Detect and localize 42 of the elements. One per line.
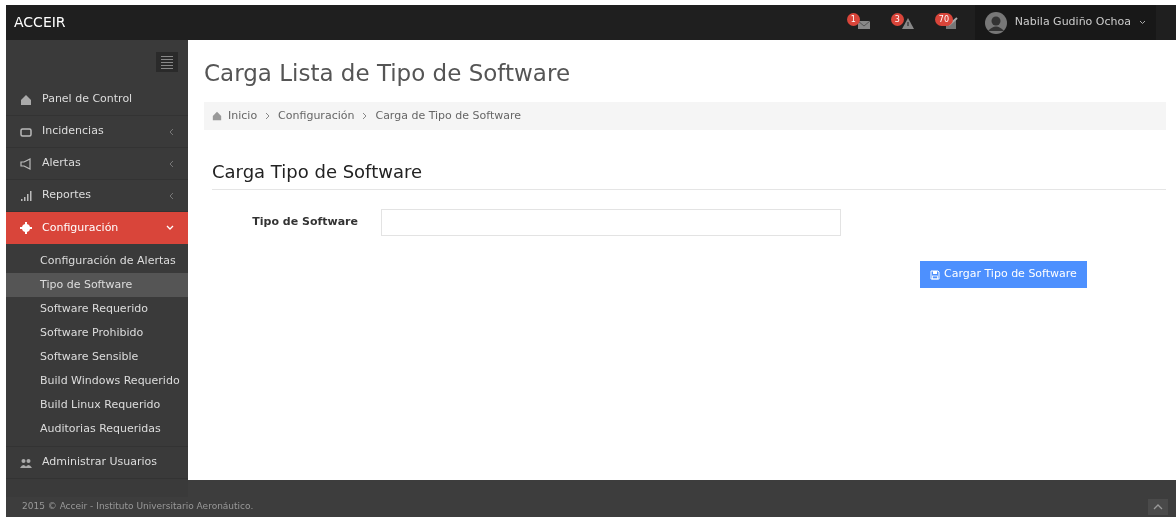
form-title: Carga Tipo de Software (212, 158, 1166, 190)
save-icon (930, 269, 940, 280)
chevron-left-icon (169, 159, 174, 168)
sidebar-subitem[interactable]: Build Windows Requerido (6, 369, 188, 393)
page-title: Carga Lista de Tipo de Software (204, 59, 572, 88)
bar-chart-icon (20, 189, 32, 202)
breadcrumb-link[interactable]: Inicio (228, 107, 258, 125)
warning-icon[interactable] (900, 16, 915, 30)
users-icon (20, 456, 32, 469)
settings-icon (20, 222, 32, 234)
notification-count: 3 (890, 12, 904, 26)
avatar-icon (984, 11, 1007, 34)
scroll-top-button[interactable] (1148, 499, 1168, 515)
brand-logo[interactable]: ACCEIR (14, 12, 66, 33)
breadcrumb-current: Carga de Tipo de Software (375, 107, 522, 124)
menu-toggle-button[interactable] (156, 52, 178, 72)
sidebar-item[interactable]: Configuración (6, 212, 188, 244)
sidebar-subitem[interactable]: Software Sensible (6, 345, 188, 369)
sidebar-subitem[interactable]: Configuración de Alertas (6, 249, 188, 273)
chevron-up-icon (1153, 504, 1163, 510)
chevron-left-icon (169, 191, 174, 200)
inbox-icon (20, 125, 32, 138)
home-icon (20, 93, 32, 106)
breadcrumb-link[interactable]: Configuración (278, 107, 355, 125)
sidebar-subitem[interactable]: Software Prohibido (6, 321, 188, 345)
chevron-right-icon (362, 112, 368, 120)
sidebar-subitem[interactable]: Build Linux Requerido (6, 393, 188, 417)
chevron-down-icon (166, 225, 174, 231)
notification-count: 70 (934, 12, 953, 26)
chevron-right-icon (265, 112, 271, 120)
caret-icon (1139, 20, 1146, 25)
notification-count: 1 (846, 12, 860, 26)
home-icon (212, 111, 222, 121)
sidebar-subitem[interactable]: Auditorias Requeridas (6, 417, 188, 441)
sidebar-subitem[interactable]: Tipo de Software (6, 273, 188, 297)
footer-text: 2015 © Acceir - Instituto Universitario Aeronáutico. (22, 500, 254, 514)
user-menu[interactable]: Nabila Gudiño Ochoa (974, 5, 1156, 40)
sidebar-subitem[interactable]: Software Requerido (6, 297, 188, 321)
megaphone-icon (20, 157, 32, 170)
chevron-left-icon (169, 127, 174, 136)
field-label: Tipo de Software (251, 214, 359, 231)
input-field[interactable] (381, 209, 841, 236)
